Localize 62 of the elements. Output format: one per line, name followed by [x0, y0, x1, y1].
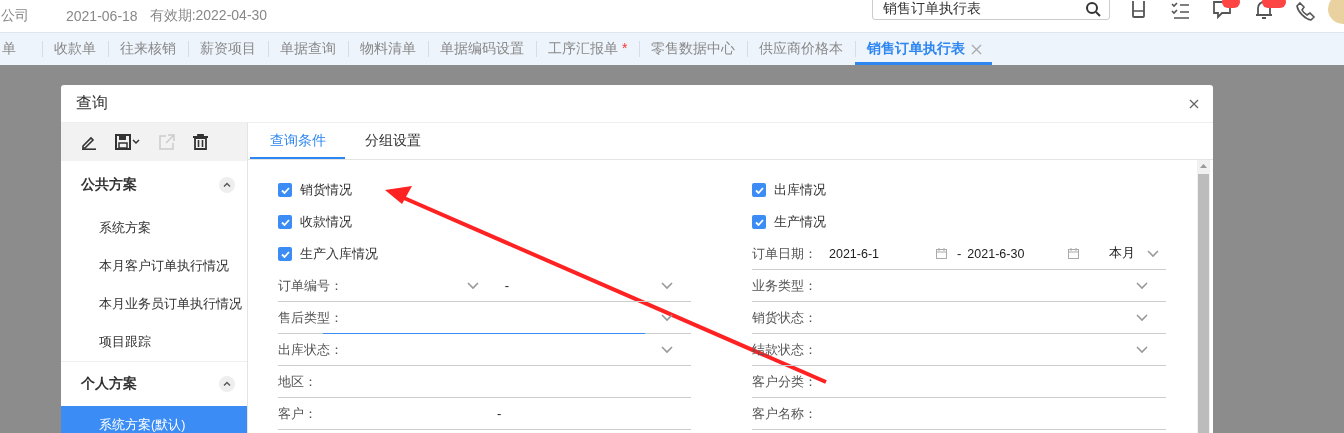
dialog-title: 查询 [76, 93, 108, 113]
close-icon[interactable] [1189, 98, 1199, 109]
chevron-down-icon[interactable] [661, 313, 673, 322]
validity-text: 有效期:2022-04-30 [149, 7, 268, 25]
chevron-down-icon[interactable] [1147, 249, 1160, 258]
checklist-icon[interactable] [1170, 1, 1190, 21]
message-icon[interactable] [1212, 0, 1232, 20]
input-field[interactable]: 客户分类： [752, 366, 1166, 398]
period-select[interactable]: 本月 [1109, 245, 1160, 262]
chevron-down-icon[interactable] [1136, 313, 1148, 322]
checkbox[interactable]: 出库情况 [752, 174, 826, 206]
chevron-down-icon[interactable] [661, 345, 673, 354]
tab[interactable]: 查询条件 [250, 123, 345, 159]
check-icon [280, 218, 290, 226]
date-text: 2021-06-18 [66, 8, 138, 24]
field-label: 订单日期： [752, 244, 817, 263]
company-name: 公司 [1, 7, 30, 25]
check-icon [280, 186, 290, 194]
search-field[interactable]: 销售订单执行表 [872, 0, 1110, 20]
check-icon [754, 218, 764, 226]
phone-icon[interactable] [1296, 1, 1316, 21]
select-field[interactable]: 销货状态： [752, 302, 1166, 334]
scheme-item[interactable]: 本月业务员订单执行情况 [61, 285, 247, 323]
scheme-item[interactable]: 本月客户订单执行情况 [61, 247, 247, 285]
scheme-item[interactable]: 项目跟踪 [61, 323, 247, 361]
date-field[interactable]: 2021-6-30 [967, 246, 1080, 261]
checkbox[interactable]: 收款情况 [278, 206, 352, 238]
field-label: 客户： [278, 404, 317, 423]
check-icon [280, 250, 290, 258]
chevron-down-icon[interactable] [661, 281, 673, 290]
pencil-icon[interactable] [81, 134, 97, 150]
chevron-down-icon[interactable] [466, 281, 479, 290]
input-field[interactable]: 地区： [278, 366, 691, 398]
select-field[interactable]: 出库状态： [278, 334, 691, 366]
calendar-icon[interactable] [1068, 248, 1080, 259]
group-title: 公共方案 [81, 176, 137, 194]
chevron-down-icon[interactable] [1136, 345, 1148, 354]
save-icon[interactable] [115, 134, 141, 150]
select-field[interactable]: 业务类型： [752, 270, 1166, 302]
search-icon[interactable] [1085, 1, 1101, 17]
scroll-up-icon[interactable] [1200, 163, 1207, 168]
range-separator: - [957, 246, 962, 261]
select-field[interactable]: 售后类型： [278, 302, 691, 334]
collapse-icon[interactable] [219, 376, 235, 392]
field-label: 订单编号： [278, 276, 343, 295]
group-title: 个人方案 [81, 375, 137, 393]
checkbox[interactable]: 销货情况 [278, 174, 352, 206]
range-separator: - [497, 406, 502, 421]
input-field[interactable]: 客户名称： [752, 398, 1166, 430]
scheme-item[interactable]: 系统方案 [61, 209, 247, 247]
range-separator: - [504, 278, 509, 293]
tab[interactable]: 分组设置 [345, 123, 440, 159]
checkbox[interactable]: 生产入库情况 [278, 238, 378, 270]
collapse-icon[interactable] [219, 177, 235, 193]
trash-icon[interactable] [193, 134, 208, 150]
calendar-icon[interactable] [936, 248, 947, 259]
bell-icon[interactable] [1254, 0, 1274, 20]
scrollbar[interactable] [1197, 160, 1210, 433]
date-field[interactable]: 2021-6-1 [829, 246, 947, 261]
check-icon [754, 186, 764, 194]
checkbox[interactable]: 生产情况 [752, 206, 826, 238]
chevron-down-icon[interactable] [1136, 281, 1148, 290]
